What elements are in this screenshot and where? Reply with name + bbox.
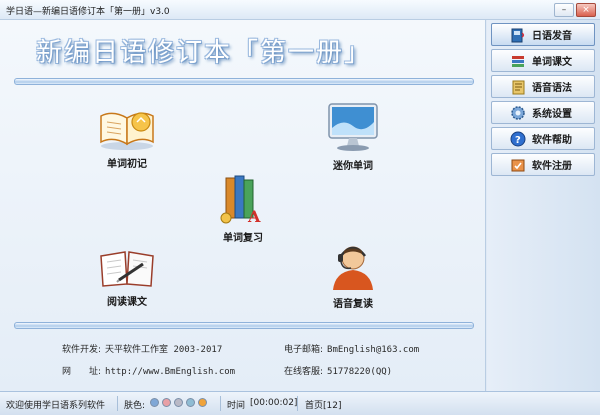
support-value: 51778220(QQ) (327, 367, 393, 377)
tile-reading-label: 阅读课文 (107, 297, 147, 308)
books-icon (512, 55, 524, 67)
skin-swatch-gray[interactable] (174, 398, 183, 407)
status-welcome: 欢迎使用学日语系列软件 (6, 401, 106, 411)
time-label: 时间 (227, 401, 246, 411)
tile-word-review[interactable]: A 单词复习 (198, 172, 288, 244)
skin-swatch-teal[interactable] (186, 398, 195, 407)
tile-word-learn[interactable]: 单词初记 (82, 102, 172, 170)
bottom-divider-bar (14, 322, 474, 329)
books-abc-icon: A (220, 175, 261, 226)
developer-label: 软件开发: (62, 345, 102, 355)
skin-swatch-orange[interactable] (198, 398, 207, 407)
tile-voice-review-label: 语音复读 (333, 299, 373, 310)
operator-headset-icon (333, 246, 373, 290)
sidebar-item-label: 日语发音 (532, 31, 572, 42)
sidebar-item-settings[interactable]: 系统设置 (491, 101, 595, 124)
tile-voice-review[interactable]: 语音复读 (308, 238, 398, 310)
tile-reading[interactable]: 阅读课文 (82, 246, 172, 308)
website-label: 网 址: (62, 367, 102, 377)
support-label: 在线客服: (284, 367, 324, 377)
skin-swatch-blue[interactable] (150, 398, 159, 407)
status-separator (297, 396, 298, 411)
monitor-icon (328, 103, 378, 151)
minimize-button[interactable]: – (554, 3, 574, 17)
sidebar-item-label: 语音语法 (532, 83, 572, 94)
website-info: 网 址: http://www.BmEnglish.com (62, 364, 235, 377)
svg-text:A: A (247, 207, 261, 226)
tile-word-learn-label: 单词初记 (107, 159, 147, 170)
sidebar-item-words-texts[interactable]: 单词课文 (491, 49, 595, 72)
sidebar-item-help[interactable]: ? 软件帮助 (491, 127, 595, 150)
status-separator (220, 396, 221, 411)
title-bar: 学日语—新编日语修订本「第一册」v3.0 – × (0, 0, 600, 20)
help-icon: ? (510, 131, 526, 146)
email-value: BmEnglish@163.com (327, 345, 420, 355)
banner-title: 新编日语修订本「第一册」 (36, 38, 373, 68)
top-divider-bar (14, 78, 474, 85)
book-audio-icon (511, 28, 525, 42)
skin-color-picker (150, 398, 210, 409)
close-button[interactable]: × (576, 3, 596, 17)
sidebar-item-label: 单词课文 (532, 57, 572, 68)
sidebar: 日语发音 单词课文 语音语法 系统设置 ? 软件帮助 软件注册 (487, 20, 600, 391)
email-label: 电子邮箱: (284, 345, 324, 355)
sidebar-item-pronunciation[interactable]: 日语发音 (491, 23, 595, 46)
main-panel: 新编日语修订本「第一册」 单词初记 迷你单词 A 单词复习 阅读课文 语音复读 … (0, 20, 486, 391)
skin-swatch-pink[interactable] (162, 398, 171, 407)
window-controls: – × (554, 3, 596, 17)
tile-mini-words-label: 迷你单词 (333, 161, 373, 172)
notebook-icon (512, 80, 525, 94)
developer-value: 天平软件工作室 2003-2017 (105, 345, 223, 355)
tile-word-review-label: 单词复习 (223, 233, 263, 244)
open-book-icon (100, 112, 154, 150)
sidebar-item-grammar[interactable]: 语音语法 (491, 75, 595, 98)
window-title: 学日语—新编日语修订本「第一册」v3.0 (6, 7, 170, 17)
developer-info: 软件开发: 天平软件工作室 2003-2017 (62, 342, 222, 355)
tile-mini-words[interactable]: 迷你单词 (308, 100, 398, 172)
status-separator (117, 396, 118, 411)
notebook-pen-icon (100, 251, 154, 287)
sidebar-item-register[interactable]: 软件注册 (491, 153, 595, 176)
status-bar: 欢迎使用学日语系列软件 肤色: 时间 [00:00:02] 首页[12] (0, 391, 600, 415)
skin-label: 肤色: (124, 401, 146, 411)
time-value: [00:00:02] (250, 398, 298, 408)
sidebar-item-label: 软件注册 (532, 161, 572, 172)
website-link[interactable]: http://www.BmEnglish.com (105, 367, 235, 377)
sidebar-item-label: 系统设置 (532, 109, 572, 120)
sidebar-item-label: 软件帮助 (532, 135, 572, 146)
email-info: 电子邮箱: BmEnglish@163.com (284, 342, 419, 355)
page-indicator: 首页[12] (305, 401, 342, 411)
gear-icon (511, 105, 525, 120)
svg-text:?: ? (515, 135, 521, 146)
register-icon (511, 159, 525, 171)
support-info: 在线客服: 51778220(QQ) (284, 364, 392, 377)
